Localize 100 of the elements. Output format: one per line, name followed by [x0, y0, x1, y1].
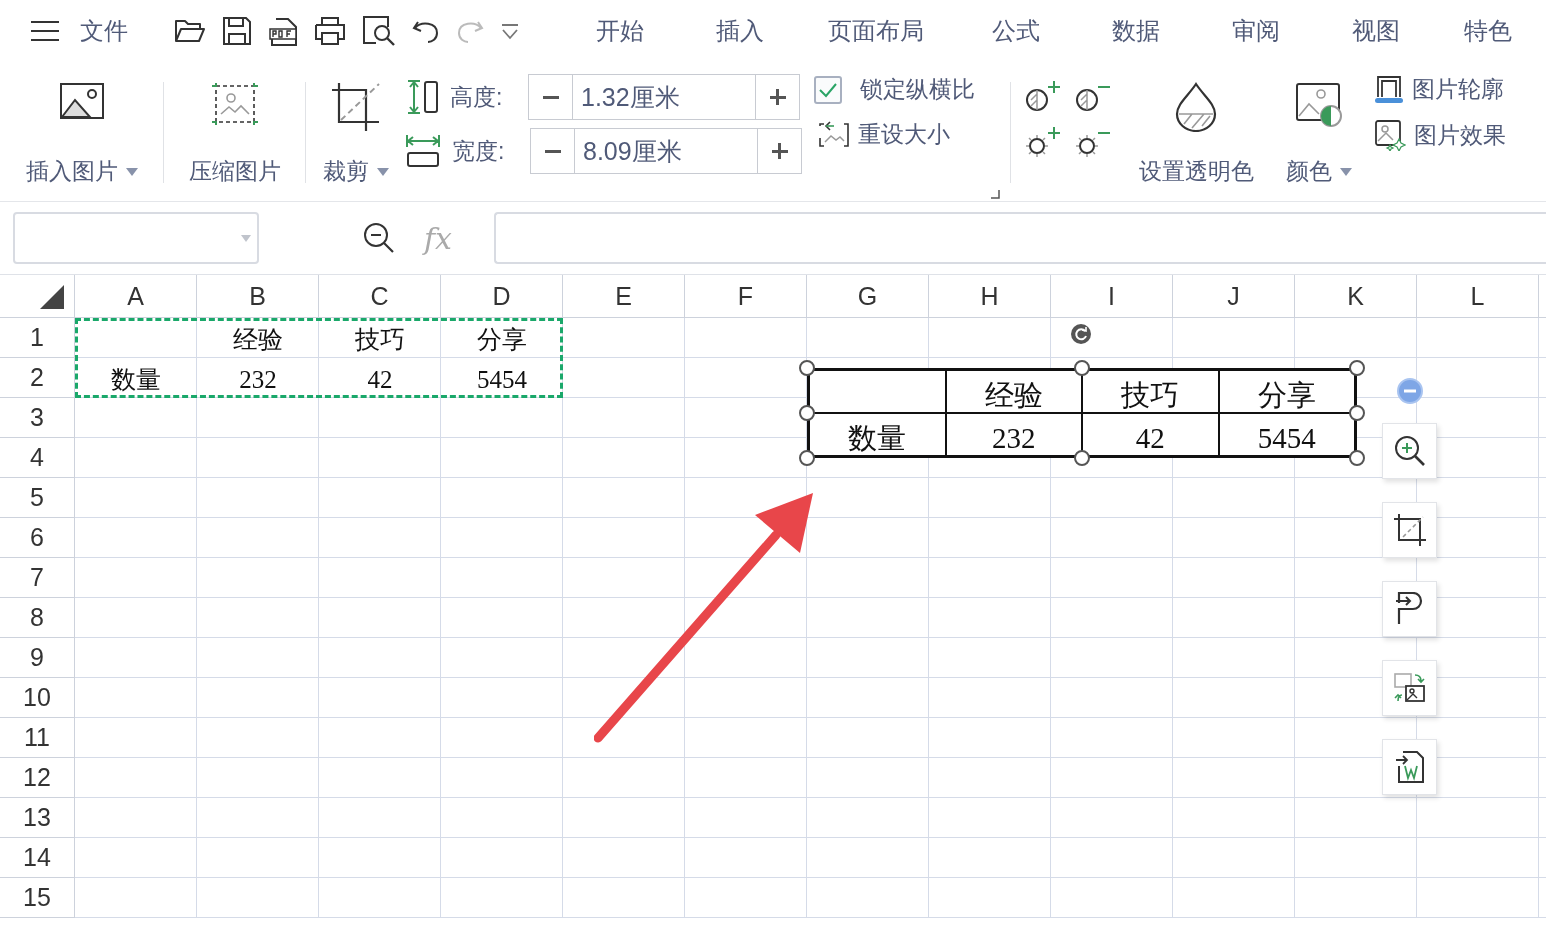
grid-cell[interactable]: 232: [197, 358, 319, 397]
row-header[interactable]: 6: [0, 518, 75, 558]
row-header[interactable]: 2: [0, 358, 75, 398]
resize-handle[interactable]: [1349, 405, 1365, 421]
zoom-in-button[interactable]: [1382, 423, 1437, 479]
compress-picture-icon: [210, 82, 259, 126]
row-header[interactable]: 4: [0, 438, 75, 478]
height-icon: [406, 80, 438, 114]
ribbon-tab[interactable]: 页面布局: [828, 15, 992, 47]
grid-cell[interactable]: 技巧: [319, 318, 441, 357]
column-header[interactable]: B: [197, 275, 319, 317]
zoom-icon[interactable]: [362, 221, 396, 255]
column-header[interactable]: I: [1051, 275, 1173, 317]
column-header[interactable]: C: [319, 275, 441, 317]
row-header[interactable]: 7: [0, 558, 75, 598]
ribbon-tab[interactable]: 插入: [716, 15, 828, 47]
row-header[interactable]: 8: [0, 598, 75, 638]
picture-color-icon: [1294, 82, 1343, 128]
folder-icon[interactable]: [174, 17, 206, 45]
grid-cell[interactable]: 数量: [75, 358, 197, 397]
zoom-in-icon: [1392, 434, 1427, 468]
resize-handle[interactable]: [799, 360, 815, 376]
formula-input[interactable]: [494, 212, 1546, 264]
reset-size-icon: [818, 119, 850, 150]
column-header[interactable]: A: [75, 275, 197, 317]
row-header[interactable]: 13: [0, 798, 75, 838]
ribbon-tab[interactable]: 公式: [992, 15, 1112, 47]
sparkle-picture-icon: [1374, 119, 1406, 151]
resize-handle[interactable]: [1074, 360, 1090, 376]
ribbon-tab[interactable]: 开始: [596, 15, 716, 47]
table-cell-text: 分享: [1256, 377, 1317, 412]
row-header[interactable]: 1: [0, 318, 75, 358]
reset-size-button[interactable]: 重设大小: [818, 119, 1010, 150]
print-preview-icon[interactable]: [362, 15, 396, 47]
column-header[interactable]: F: [685, 275, 807, 317]
picture-effects-button[interactable]: 图片效果: [1374, 119, 1506, 151]
dialog-launcher-icon[interactable]: [991, 190, 1000, 199]
grid-cell[interactable]: 42: [319, 358, 441, 397]
print-icon[interactable]: [314, 16, 346, 46]
ribbon-tab[interactable]: 审阅: [1232, 15, 1352, 47]
column-header[interactable]: J: [1173, 275, 1295, 317]
resize-handle[interactable]: [1349, 360, 1365, 376]
column-header[interactable]: G: [807, 275, 929, 317]
ribbon-tab[interactable]: 特色: [1464, 15, 1546, 47]
resize-handle[interactable]: [1349, 450, 1365, 466]
crop-button[interactable]: [1382, 502, 1437, 558]
height-label: 高度:: [450, 82, 504, 112]
column-header[interactable]: L: [1417, 275, 1539, 317]
crop-icon: [331, 82, 381, 132]
menu-icon[interactable]: [30, 20, 60, 42]
format-painter-button[interactable]: [1382, 581, 1437, 637]
picture-icon: [58, 82, 105, 120]
lock-ratio-checkbox[interactable]: [814, 75, 842, 104]
export-to-word-button[interactable]: [1382, 739, 1437, 795]
row-header[interactable]: 12: [0, 758, 75, 798]
row-header[interactable]: 3: [0, 398, 75, 438]
picture-outline-button[interactable]: 图片轮廓: [1374, 74, 1506, 105]
crop-icon: [1392, 513, 1427, 547]
file-menu[interactable]: 文件: [80, 15, 128, 47]
row-header[interactable]: 15: [0, 878, 75, 918]
rotate-handle[interactable]: [1070, 323, 1092, 345]
pdf-icon[interactable]: [268, 15, 298, 47]
row-header[interactable]: 11: [0, 718, 75, 758]
row-header[interactable]: 14: [0, 838, 75, 878]
row-header[interactable]: 5: [0, 478, 75, 518]
grid-cell[interactable]: 经验: [197, 318, 319, 357]
word-document-icon: [1394, 750, 1425, 784]
width-label: 宽度:: [452, 136, 506, 166]
brightness-up-icon[interactable]: [1025, 126, 1063, 160]
column-header[interactable]: D: [441, 275, 563, 317]
drop-icon: [1174, 82, 1218, 132]
ribbon-tab[interactable]: 数据: [1112, 15, 1232, 47]
column-header[interactable]: K: [1295, 275, 1417, 317]
ribbon-tab[interactable]: 视图: [1352, 15, 1464, 47]
set-transparent-color-button[interactable]: 设置透明色: [1121, 74, 1271, 201]
save-icon[interactable]: [222, 16, 252, 46]
select-all-icon: [40, 285, 64, 309]
insert-picture-button[interactable]: 插入图片: [0, 74, 163, 201]
format-painter-icon: [1394, 592, 1425, 626]
row-header[interactable]: 10: [0, 678, 75, 718]
customize-toolbar-icon[interactable]: [500, 22, 520, 40]
resize-handle[interactable]: [799, 450, 815, 466]
column-header[interactable]: H: [929, 275, 1051, 317]
resize-handle[interactable]: [1074, 450, 1090, 466]
crop-button[interactable]: 裁剪: [306, 74, 406, 201]
resize-handle[interactable]: [799, 405, 815, 421]
width-icon: [406, 134, 440, 168]
grid-cell[interactable]: 分享: [441, 318, 563, 357]
replace-picture-button[interactable]: [1382, 660, 1437, 716]
table-image[interactable]: 经验 技巧 分享 数量 232 42 5454: [807, 368, 1357, 458]
contrast-up-icon[interactable]: [1025, 80, 1063, 114]
outline-icon: [1374, 74, 1404, 105]
lock-ratio-label[interactable]: 锁定纵横比: [860, 74, 975, 105]
row-header[interactable]: 9: [0, 638, 75, 678]
compress-picture-button[interactable]: 压缩图片: [164, 74, 305, 201]
checkmark-icon: [818, 81, 838, 98]
swap-pictures-icon: [1393, 672, 1426, 704]
color-button[interactable]: 颜色: [1271, 74, 1366, 201]
column-header[interactable]: E: [563, 275, 685, 317]
grid-cell[interactable]: 5454: [441, 358, 563, 397]
